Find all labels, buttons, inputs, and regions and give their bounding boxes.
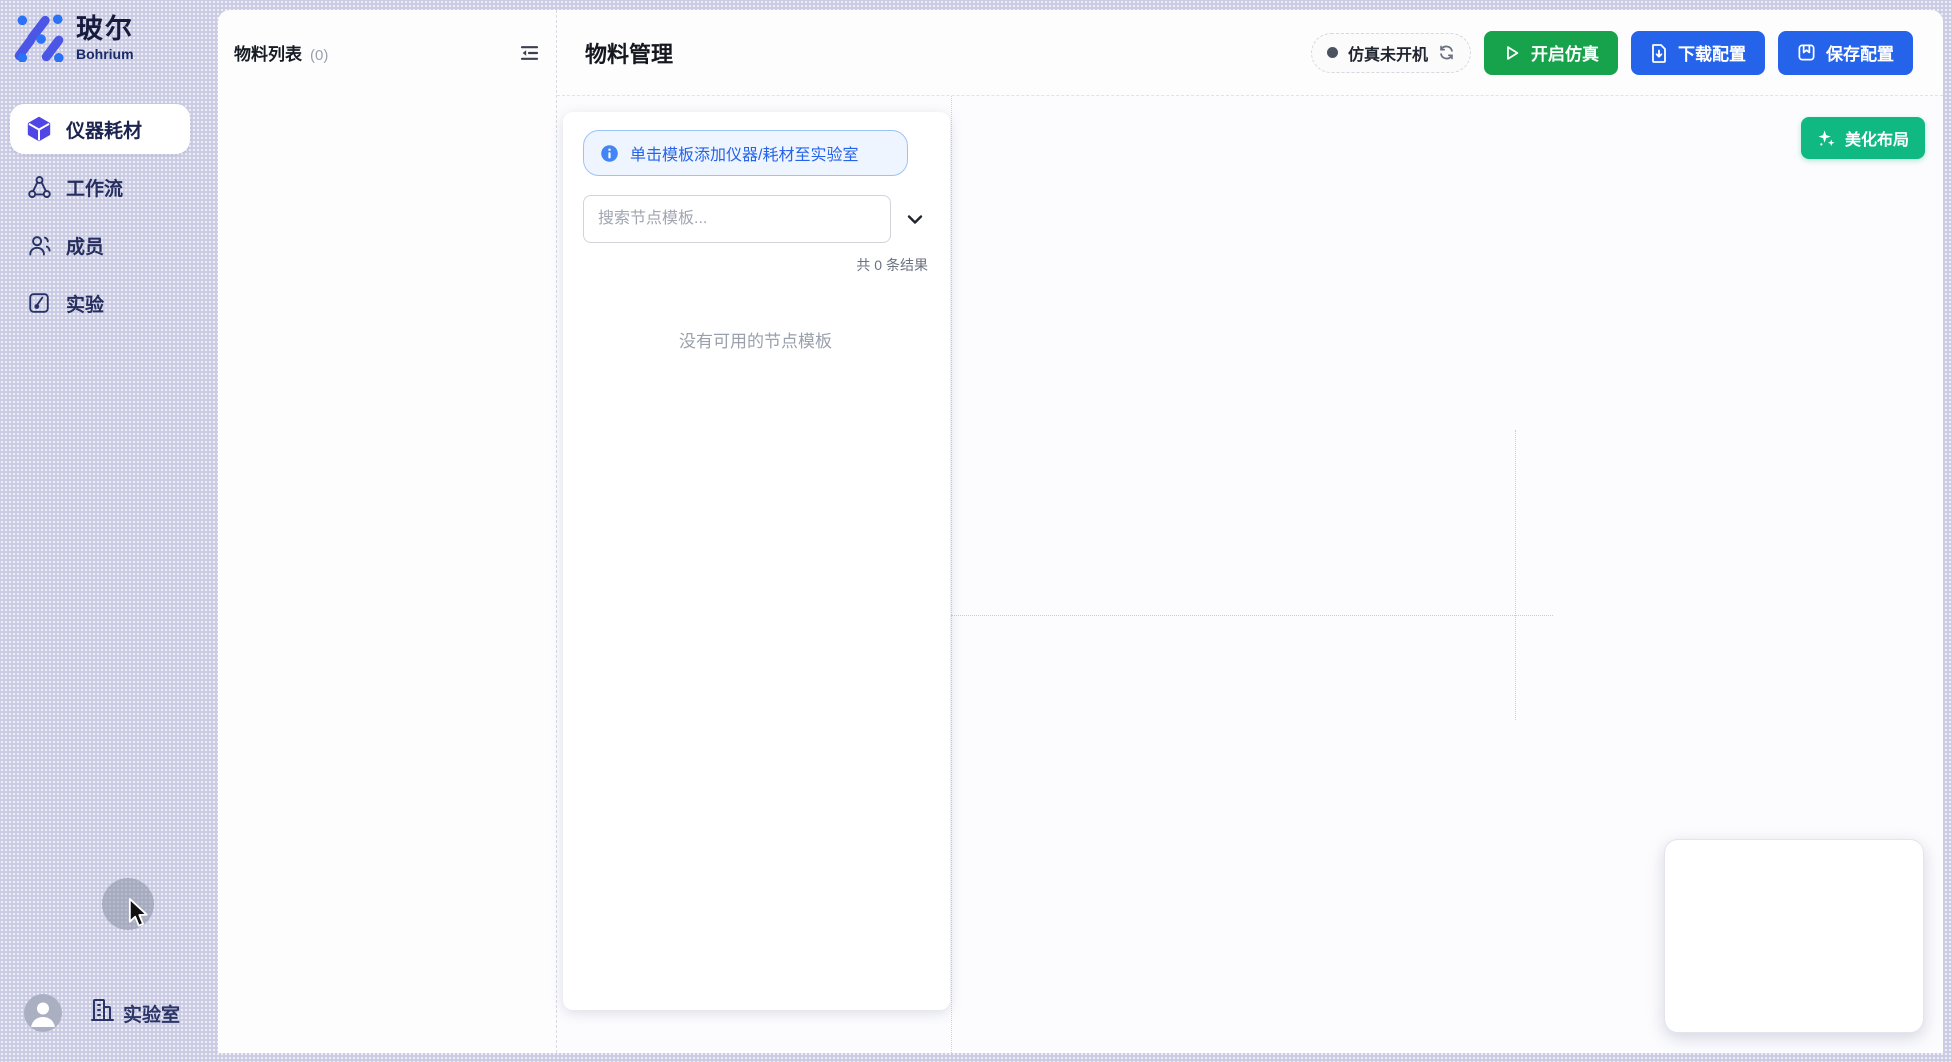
main-panel: 物料管理 仿真未开机 xyxy=(557,10,1943,1053)
building-icon xyxy=(90,997,114,1029)
sidebar-footer: 实验室 xyxy=(24,994,180,1032)
template-hint-text: 单击模板添加仪器/耗材至实验室 xyxy=(630,141,858,165)
main-header: 物料管理 仿真未开机 xyxy=(557,10,1943,96)
bohrium-logo-icon xyxy=(14,12,64,67)
members-icon xyxy=(26,232,52,258)
save-icon xyxy=(1797,43,1816,62)
brand-name-en: Bohrium xyxy=(76,46,134,62)
material-list-count: (0) xyxy=(310,47,328,64)
sidebar-item-experiment[interactable]: 实验 xyxy=(10,278,190,328)
minimap[interactable] xyxy=(1664,839,1924,1033)
collapse-panel-icon[interactable] xyxy=(518,42,540,64)
template-panel: 单击模板添加仪器/耗材至实验室 共 0 条结果 没有可用的节点模板 xyxy=(563,112,950,1010)
material-list-header: 物料列表 (0) xyxy=(218,10,556,65)
sidebar-item-members[interactable]: 成员 xyxy=(10,220,190,270)
template-hint-banner: 单击模板添加仪器/耗材至实验室 xyxy=(583,130,908,176)
status-dot-icon xyxy=(1327,47,1338,58)
download-config-button[interactable]: 下载配置 xyxy=(1631,31,1765,75)
material-list-title: 物料列表 xyxy=(234,40,302,65)
template-panel-separator xyxy=(951,96,952,1053)
template-empty-text: 没有可用的节点模板 xyxy=(583,327,928,352)
refresh-icon[interactable] xyxy=(1438,44,1455,61)
sidebar-item-label: 成员 xyxy=(66,232,104,259)
save-config-button[interactable]: 保存配置 xyxy=(1778,31,1913,75)
sidebar-item-workflow[interactable]: 工作流 xyxy=(10,162,190,212)
lab-switcher[interactable]: 实验室 xyxy=(90,997,180,1029)
template-search-input[interactable] xyxy=(583,195,891,243)
brand-name-cn: 玻尔 xyxy=(76,14,134,45)
play-icon xyxy=(1503,44,1521,62)
material-list-panel: 物料列表 (0) xyxy=(218,10,557,1053)
brand: 玻尔 Bohrium xyxy=(14,12,134,67)
canvas-guide-line-horizontal xyxy=(951,615,1553,616)
info-icon xyxy=(600,144,619,163)
sparkles-icon xyxy=(1817,129,1836,148)
avatar[interactable] xyxy=(24,994,62,1032)
sidebar-item-instruments[interactable]: 仪器耗材 xyxy=(10,104,190,154)
start-simulation-button[interactable]: 开启仿真 xyxy=(1484,31,1618,75)
workflow-icon xyxy=(26,174,52,200)
sidebar-nav: 仪器耗材 工作流 成员 xyxy=(10,104,190,328)
beautify-layout-button[interactable]: 美化布局 xyxy=(1801,117,1925,159)
sidebar-item-label: 实验 xyxy=(66,290,104,317)
lab-label: 实验室 xyxy=(123,1000,180,1027)
page-title: 物料管理 xyxy=(585,37,673,69)
template-result-count: 共 0 条结果 xyxy=(583,255,928,275)
experiment-icon xyxy=(26,290,52,316)
flow-canvas[interactable]: 单击模板添加仪器/耗材至实验室 共 0 条结果 没有可用的节点模板 xyxy=(557,96,1943,1053)
simulation-status-label: 仿真未开机 xyxy=(1348,41,1428,65)
chevron-down-icon[interactable] xyxy=(902,206,928,232)
sidebar-item-label: 工作流 xyxy=(66,174,123,201)
file-download-icon xyxy=(1650,43,1668,63)
simulation-status-pill[interactable]: 仿真未开机 xyxy=(1311,33,1471,73)
sidebar-item-label: 仪器耗材 xyxy=(66,116,142,143)
cube-icon xyxy=(26,116,52,142)
cursor-icon xyxy=(126,898,152,933)
canvas-guide-line-vertical xyxy=(1515,430,1516,720)
